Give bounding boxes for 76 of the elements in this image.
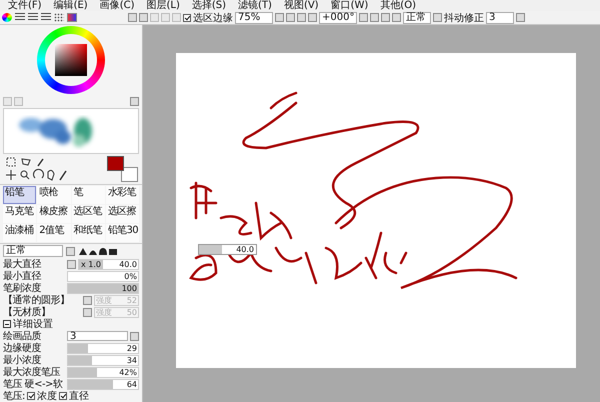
menu-item[interactable]: 视图(V) (284, 0, 319, 11)
toolbar-button[interactable] (128, 13, 137, 22)
slider[interactable]: 100 (67, 282, 139, 294)
stabilizer-label: 抖动修正 (444, 12, 484, 24)
brush-tool[interactable]: 橡皮擦 (37, 205, 70, 223)
slider[interactable]: x 1.0 40.0 (78, 258, 139, 270)
slider[interactable]: 64 (67, 378, 139, 390)
brush-shape-icons[interactable] (78, 246, 118, 256)
toolbar-button[interactable] (392, 13, 401, 22)
checkbox[interactable] (183, 14, 191, 22)
strength-field: 强度 52 (94, 294, 139, 306)
swatch-grid-icon[interactable] (54, 13, 64, 22)
brush-tool[interactable]: 马克笔 (3, 205, 36, 223)
parameter-label: 最小浓度 (3, 354, 42, 366)
brush-tool[interactable]: 笔 (72, 186, 105, 204)
menu-item[interactable]: 编辑(E) (54, 0, 88, 11)
menu-item[interactable]: 画像(C) (100, 0, 134, 11)
brush-size-slider[interactable]: 40.0 (198, 244, 257, 255)
slider-value: 34 (126, 356, 138, 364)
brush-tool[interactable]: 铅笔30 (106, 224, 139, 242)
dropdown-button[interactable] (130, 332, 139, 340)
brush-tool[interactable]: 水彩笔 (106, 186, 139, 204)
foreground-color-swatch[interactable] (107, 156, 124, 171)
slider-value: 100 (122, 284, 138, 292)
slider-value: 42% (119, 368, 138, 376)
checkbox-label: 直径 (68, 390, 89, 402)
parameter-label: 笔压 硬<->软 (3, 378, 64, 390)
multiplier-text: x 1.0 (81, 260, 101, 268)
dropdown-button[interactable] (516, 13, 525, 22)
brush-tool[interactable]: 选区擦 (106, 205, 139, 223)
menu-item[interactable]: 图层(L) (146, 0, 180, 11)
color-square[interactable] (55, 44, 87, 76)
section-title: 详细设置 (13, 318, 53, 330)
strength-field: 强度 50 (94, 306, 139, 318)
brush-tool[interactable]: 选区笔 (72, 205, 105, 223)
brush-tool[interactable]: 喷枪 (37, 186, 70, 204)
toolbar-button[interactable] (275, 13, 284, 22)
checkbox-label: 选区边缘 (193, 12, 233, 24)
slider-value: 29 (126, 344, 138, 352)
menu-item[interactable]: 滤镜(T) (238, 0, 272, 11)
parameter-label: 最小直径 (3, 270, 42, 282)
value-field[interactable]: 0% (67, 270, 139, 282)
color-wheel-icon[interactable] (2, 13, 12, 22)
parameter-label: 笔刷浓度 (3, 282, 42, 294)
zoom-field[interactable]: 75% (235, 12, 273, 24)
parameter-label: 绘画品质 (3, 330, 42, 342)
background-color-swatch[interactable] (121, 167, 138, 182)
toolbar-button[interactable] (433, 13, 442, 22)
brush-tool[interactable]: 油漆桶 (3, 224, 36, 242)
collapse-toggle[interactable] (3, 320, 11, 328)
parameter-label: 边缘硬度 (3, 342, 42, 354)
brush-tool[interactable]: 铅笔 (3, 186, 36, 204)
dropdown-field[interactable]: 3 (67, 331, 128, 341)
parameter-label: 最大直径 (3, 258, 42, 270)
slider[interactable]: 34 (67, 354, 139, 366)
slider[interactable]: 42% (67, 366, 139, 378)
toolbar-button[interactable] (308, 13, 317, 22)
canvas-paper[interactable] (176, 53, 576, 368)
blend-mode-field[interactable]: 正常 (3, 245, 63, 257)
blend-mode-field[interactable]: 正常 (403, 12, 431, 24)
brush-tool[interactable]: 2值笔 (37, 224, 70, 242)
menu-item[interactable]: 选择(S) (192, 0, 226, 11)
checkbox-label: 浓度 (36, 390, 57, 402)
brush-tool[interactable]: 和纸笔 (72, 224, 105, 242)
slider-value: 64 (126, 380, 138, 388)
parameter-label: 笔压: (3, 390, 25, 402)
checkbox[interactable] (26, 392, 35, 400)
stabilizer-field[interactable]: 3 (486, 12, 514, 24)
parameter-label: 最大浓度笔压 (3, 366, 62, 379)
slider-value: 40.0 (119, 260, 138, 268)
slider[interactable]: 29 (67, 342, 139, 354)
rotation-field[interactable]: +000° (319, 12, 357, 24)
checkbox[interactable] (58, 392, 67, 400)
slider-value: 40.0 (236, 245, 255, 254)
toolbar-button[interactable] (359, 13, 368, 22)
menu-item[interactable]: 其他(O) (380, 0, 416, 11)
